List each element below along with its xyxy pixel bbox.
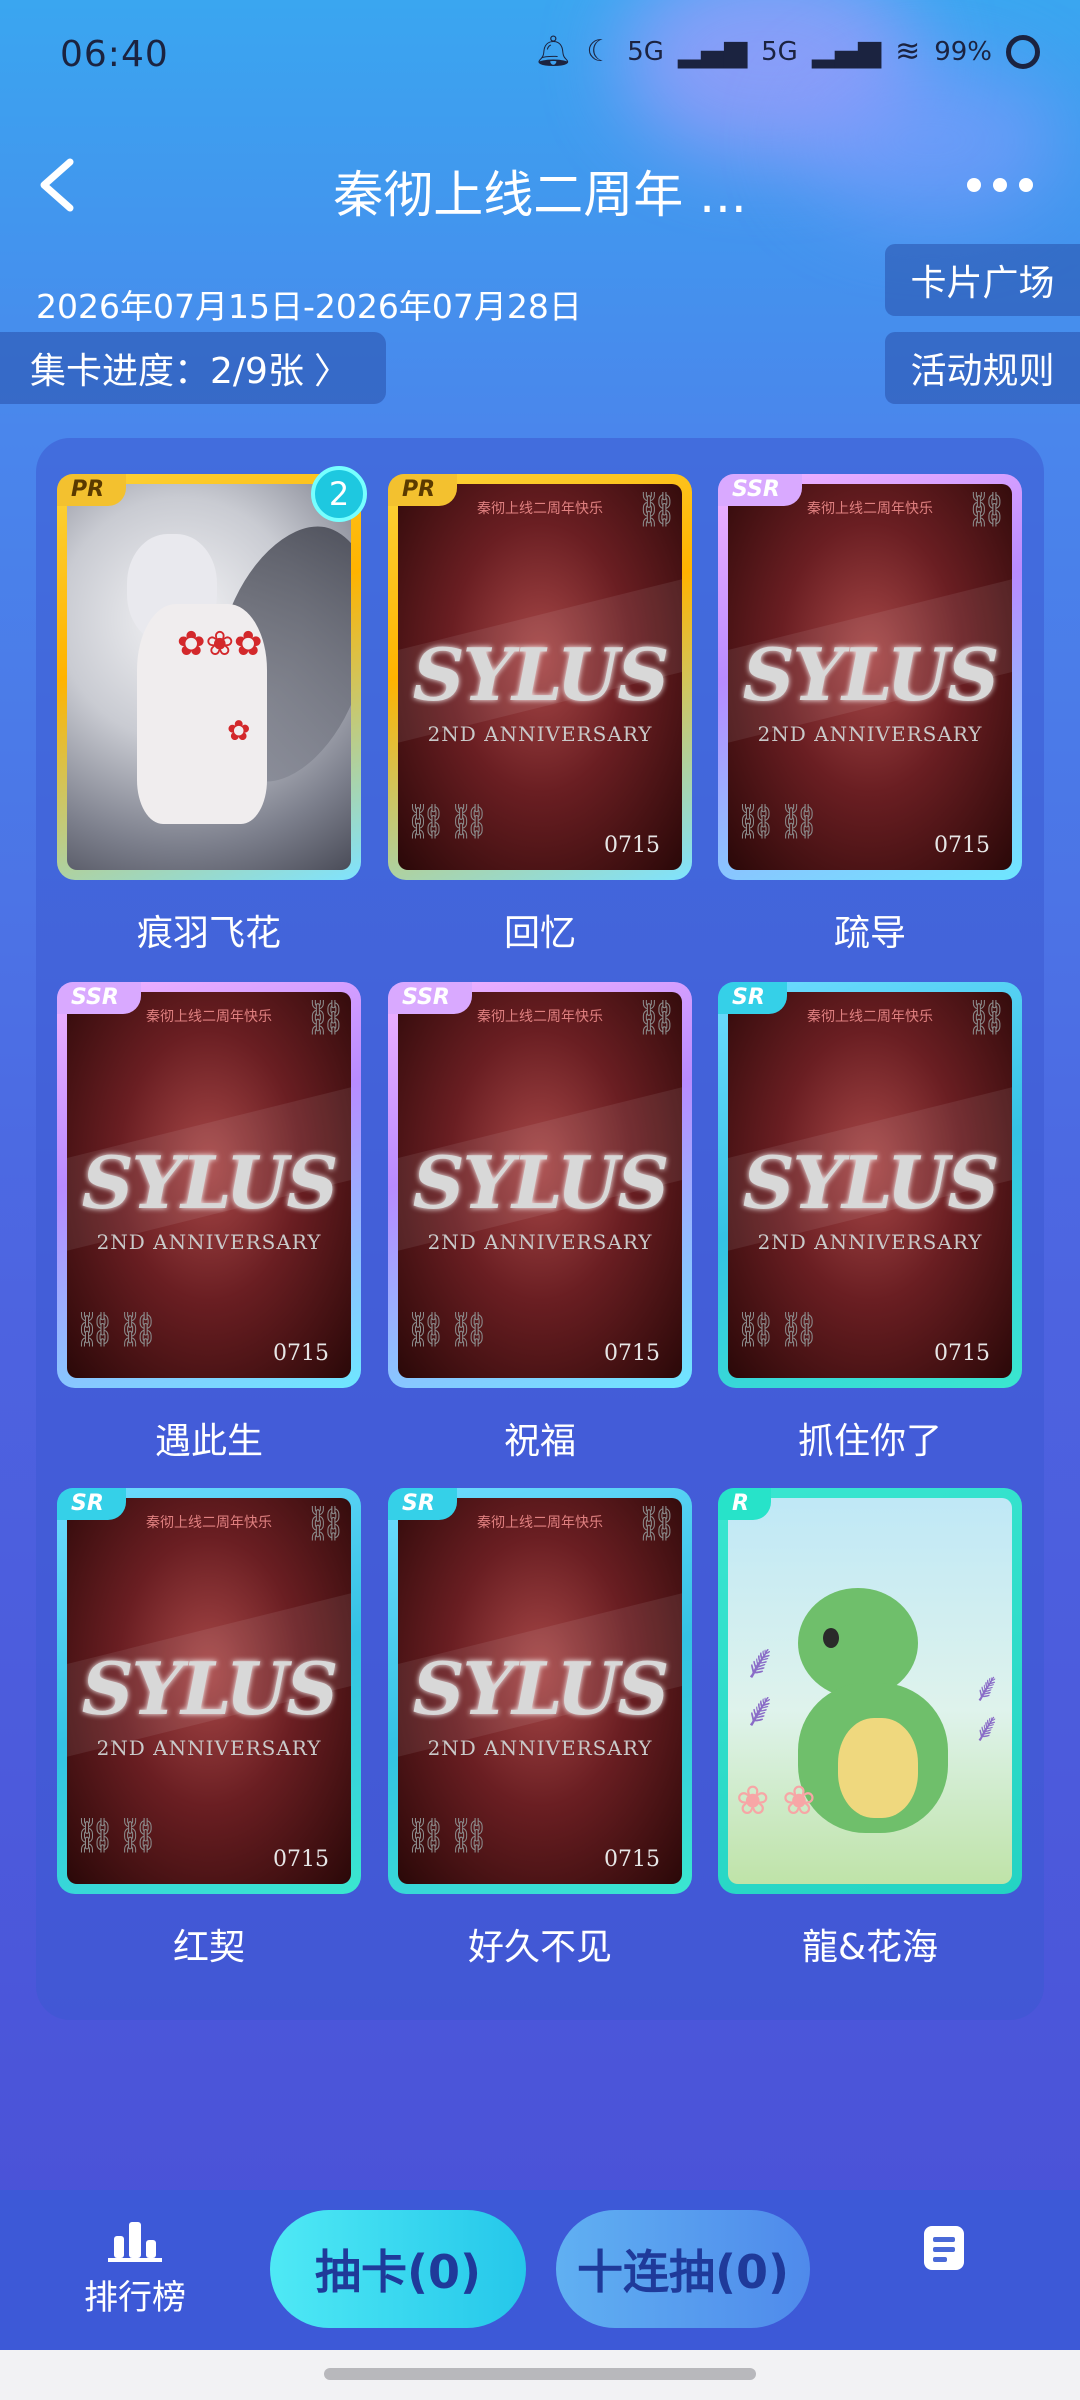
- draw-one-button[interactable]: 抽卡(0): [270, 2210, 526, 2328]
- card-image: 秦彻上线二周年快乐 ⛓ ⛓⛓ SYLUS 2ND ANNIVERSARY 0715: [398, 484, 682, 870]
- card-item[interactable]: 秦彻上线二周年快乐 ⛓ ⛓⛓ SYLUS 2ND ANNIVERSARY 0715 SR: [718, 982, 1022, 1388]
- count-badge: 2: [311, 466, 367, 522]
- collect-progress-button[interactable]: 集卡进度：2/9张 〉: [0, 332, 386, 404]
- draw-ten-button[interactable]: 十连抽(0): [556, 2210, 810, 2328]
- card-image: 秦彻上线二周年快乐 ⛓ ⛓⛓ SYLUS 2ND ANNIVERSARY 0715: [398, 1498, 682, 1884]
- card-item[interactable]: 秦彻上线二周年快乐 ⛓ ⛓⛓ SYLUS 2ND ANNIVERSARY 0715 SR: [57, 1488, 361, 1894]
- more-button[interactable]: [960, 170, 1040, 200]
- card-number: 0715: [934, 1341, 990, 1366]
- card-image: 秦彻上线二周年快乐 ⛓ ⛓⛓ SYLUS 2ND ANNIVERSARY 0715: [728, 484, 1012, 870]
- rarity-badge: PR: [57, 474, 127, 506]
- card-logo: SYLUS: [742, 632, 1000, 717]
- card-item[interactable]: 秦彻上线二周年快乐 ⛓ ⛓⛓ SYLUS 2ND ANNIVERSARY 0715 SSR: [388, 982, 692, 1388]
- card-image: ⸙ ⸙ ⸙ ⸙ ❀ ❀: [728, 1498, 1012, 1884]
- card-art-sylus: 秦彻上线二周年快乐 ⛓ ⛓⛓ SYLUS 2ND ANNIVERSARY 0715: [398, 484, 682, 870]
- card-image: 秦彻上线二周年快乐 ⛓ ⛓⛓ SYLUS 2ND ANNIVERSARY 0715: [728, 992, 1012, 1378]
- card-number: 0715: [273, 1341, 329, 1366]
- card-image: 秦彻上线二周年快乐 ⛓ ⛓⛓ SYLUS 2ND ANNIVERSARY 0715: [398, 992, 682, 1378]
- card-logo: SYLUS: [81, 1646, 339, 1731]
- leaderboard-button[interactable]: 排行榜: [80, 2222, 190, 2319]
- card-name: 痕羽飞花: [136, 913, 281, 954]
- card-art-sylus: 秦彻上线二周年快乐 ⛓ ⛓⛓ SYLUS 2ND ANNIVERSARY 0715: [398, 992, 682, 1378]
- card-image: 秦彻上线二周年快乐 ⛓ ⛓⛓ SYLUS 2ND ANNIVERSARY 0715: [67, 992, 351, 1378]
- card-item[interactable]: 秦彻上线二周年快乐 ⛓ ⛓⛓ SYLUS 2ND ANNIVERSARY 0715 SR: [388, 1488, 692, 1894]
- bell-icon: 🔔︎: [534, 34, 573, 69]
- rarity-badge: R: [718, 1488, 771, 1520]
- chevron-left-icon: [40, 158, 74, 212]
- home-indicator[interactable]: [324, 2368, 756, 2380]
- card-art-sylus: 秦彻上线二周年快乐 ⛓ ⛓⛓ SYLUS 2ND ANNIVERSARY 0715: [398, 1498, 682, 1884]
- card-art-sylus: 秦彻上线二周年快乐 ⛓ ⛓⛓ SYLUS 2ND ANNIVERSARY 0715: [67, 1498, 351, 1884]
- card-number: 0715: [273, 1847, 329, 1872]
- card-number: 0715: [604, 833, 660, 858]
- battery-ring-icon: [1006, 34, 1040, 69]
- document-icon[interactable]: [924, 2226, 964, 2270]
- card-image: 秦彻上线二周年快乐 ⛓ ⛓⛓ SYLUS 2ND ANNIVERSARY 0715: [67, 1498, 351, 1884]
- status-bar: 06:40 🔔︎ ☾ 5G ▂▄▆ 5G ▂▄▆ ≋ 99%: [0, 0, 1080, 110]
- card-subtitle: 2ND ANNIVERSARY: [427, 1230, 653, 1254]
- card-name: 红契: [172, 1927, 245, 1968]
- progress-label: 集卡进度：2/9张: [30, 351, 304, 392]
- dot-icon: [993, 178, 1007, 192]
- card-item[interactable]: 秦彻上线二周年快乐 ⛓ ⛓⛓ SYLUS 2ND ANNIVERSARY 0715 SSR: [718, 474, 1022, 880]
- moon-icon: ☾: [586, 34, 614, 69]
- card-number: 0715: [934, 833, 990, 858]
- signal-bars-icon-2: ▂▄▆: [811, 34, 882, 69]
- card-name: 回忆: [503, 913, 576, 954]
- card-logo: SYLUS: [81, 1140, 339, 1225]
- signal-bars-icon: ▂▄▆: [677, 34, 748, 69]
- status-icons: 🔔︎ ☾ 5G ▂▄▆ 5G ▂▄▆ ≋ 99%: [534, 34, 1040, 69]
- rarity-badge: SSR: [718, 474, 802, 506]
- card-logo: SYLUS: [412, 632, 670, 717]
- page-title: 秦彻上线二周年 ...: [333, 166, 747, 224]
- signal-2: 5G: [761, 36, 798, 67]
- card-name: 抓住你了: [797, 1421, 942, 1462]
- dot-icon: [967, 178, 981, 192]
- signal-1: 5G: [627, 36, 664, 67]
- rules-button[interactable]: 活动规则: [885, 332, 1080, 404]
- leaderboard-icon: [108, 2222, 162, 2262]
- card-art-feather-flower: ✿❀✿ ✿: [67, 484, 351, 870]
- card-logo: SYLUS: [412, 1140, 670, 1225]
- rarity-badge: PR: [388, 474, 458, 506]
- rarity-badge: SR: [718, 982, 787, 1014]
- rarity-badge: SSR: [57, 982, 141, 1014]
- dot-icon: [1019, 178, 1033, 192]
- card-item[interactable]: 秦彻上线二周年快乐 ⛓ ⛓⛓ SYLUS 2ND ANNIVERSARY 0715 SSR: [57, 982, 361, 1388]
- card-name: 好久不见: [467, 1927, 612, 1968]
- card-art-sylus: 秦彻上线二周年快乐 ⛓ ⛓⛓ SYLUS 2ND ANNIVERSARY 0715: [67, 992, 351, 1378]
- card-subtitle: 2ND ANNIVERSARY: [757, 1230, 983, 1254]
- card-item[interactable]: ✿❀✿ ✿ PR 2: [57, 466, 367, 880]
- rarity-badge: SSR: [388, 982, 472, 1014]
- card-name: 龍&花海: [801, 1927, 939, 1968]
- card-plaza-button[interactable]: 卡片广场: [885, 244, 1080, 316]
- rarity-badge: SR: [388, 1488, 457, 1520]
- card-subtitle: 2ND ANNIVERSARY: [757, 722, 983, 746]
- date-range: 2026年07月15日-2026年07月28日: [36, 287, 582, 326]
- card-logo: SYLUS: [742, 1140, 1000, 1225]
- card-item[interactable]: 秦彻上线二周年快乐 ⛓ ⛓⛓ SYLUS 2ND ANNIVERSARY 0715 PR: [388, 474, 692, 880]
- card-art-sylus: 秦彻上线二周年快乐 ⛓ ⛓⛓ SYLUS 2ND ANNIVERSARY 0715: [728, 992, 1012, 1378]
- wifi-icon: ≋: [895, 34, 921, 69]
- card-subtitle: 2ND ANNIVERSARY: [96, 1230, 322, 1254]
- card-number: 0715: [604, 1341, 660, 1366]
- card-subtitle: 2ND ANNIVERSARY: [427, 1736, 653, 1760]
- card-image: ✿❀✿ ✿: [67, 484, 351, 870]
- card-art-turtle: ⸙ ⸙ ⸙ ⸙ ❀ ❀: [728, 1498, 1012, 1884]
- card-name: 疏导: [833, 913, 906, 954]
- chevron-right-icon: 〉: [313, 351, 350, 392]
- card-art-sylus: 秦彻上线二周年快乐 ⛓ ⛓⛓ SYLUS 2ND ANNIVERSARY 0715: [728, 484, 1012, 870]
- card-number: 0715: [604, 1847, 660, 1872]
- card-logo: SYLUS: [412, 1646, 670, 1731]
- card-subtitle: 2ND ANNIVERSARY: [427, 722, 653, 746]
- status-time: 06:40: [60, 34, 169, 75]
- battery-level: 99%: [934, 36, 992, 67]
- rarity-badge: SR: [57, 1488, 126, 1520]
- card-name: 遇此生: [154, 1421, 263, 1462]
- card-subtitle: 2ND ANNIVERSARY: [96, 1736, 322, 1760]
- leaderboard-label: 排行榜: [84, 2278, 186, 2318]
- back-button[interactable]: [30, 150, 90, 220]
- card-name: 祝福: [503, 1421, 576, 1462]
- card-item[interactable]: ⸙ ⸙ ⸙ ⸙ ❀ ❀ R: [718, 1488, 1022, 1894]
